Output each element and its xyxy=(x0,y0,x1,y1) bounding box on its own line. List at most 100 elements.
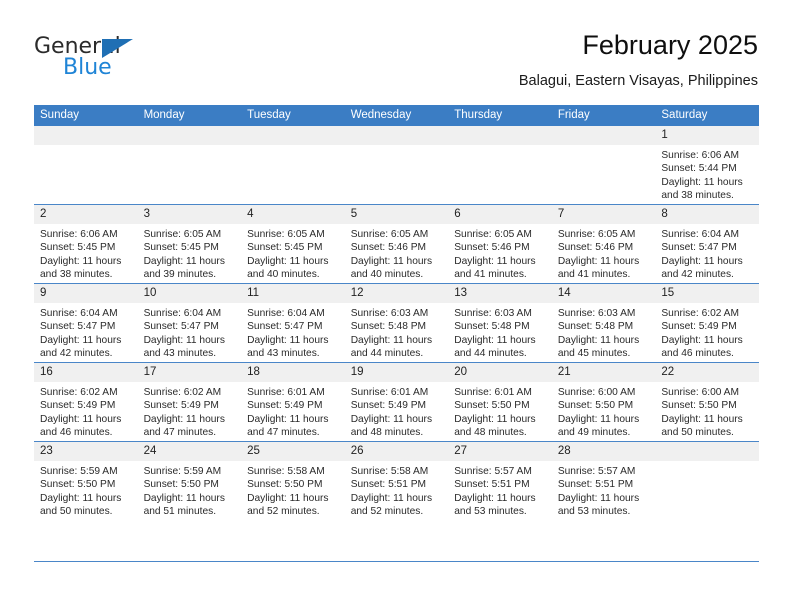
calendar-day-cell-empty xyxy=(655,441,759,520)
calendar-day-cell[interactable]: 22 Sunrise: 6:00 AM Sunset: 5:50 PM Dayligh… xyxy=(655,362,759,442)
calendar-day-cell-empty xyxy=(34,126,138,205)
calendar-day-cell[interactable]: 8 Sunrise: 6:04 AM Sunset: 5:47 PM Daylight… xyxy=(655,204,759,284)
day-sunset-text: Sunset: 5:49 PM xyxy=(661,321,737,333)
day-daylight-text: and 44 minutes. xyxy=(454,347,527,359)
day-sunset-text: Sunset: 5:51 PM xyxy=(350,479,427,491)
day-daylight-text: Daylight: 11 hours xyxy=(557,334,640,346)
day-daylight-text: and 40 minutes. xyxy=(247,268,320,280)
calendar-day-cell[interactable]: 12 Sunrise: 6:03 AM Sunset: 5:48 PM Dayligh… xyxy=(344,283,449,363)
day-sunset-text: Sunset: 5:49 PM xyxy=(143,400,219,412)
calendar-day-cell[interactable]: 4 Sunrise: 6:05 AM Sunset: 5:45 PM Daylight… xyxy=(241,204,345,284)
day-daylight-text: and 48 minutes. xyxy=(350,426,424,438)
day-number: 12 xyxy=(344,284,449,303)
day-sunset-text: Sunset: 5:47 PM xyxy=(40,321,116,333)
calendar-day-cell[interactable]: 25 Sunrise: 5:58 AM Sunset: 5:50 PM Dayligh… xyxy=(241,441,345,520)
calendar-day-cell[interactable]: 15 Sunrise: 6:02 AM Sunset: 5:49 PM Dayligh… xyxy=(655,283,759,363)
day-number: 10 xyxy=(137,284,242,303)
calendar-day-cell[interactable]: 3 Sunrise: 6:05 AM Sunset: 5:45 PM Daylight… xyxy=(137,204,242,284)
weekday-header-row: Sunday Monday Tuesday Wednesday Thursday… xyxy=(34,105,759,126)
day-number: 20 xyxy=(448,363,552,382)
day-details: Sunrise: 6:02 AM Sunset: 5:49 PM Daylight:… xyxy=(138,382,242,439)
day-number: 1 xyxy=(655,126,759,145)
weekday-header-thursday: Thursday xyxy=(448,105,552,126)
calendar-day-cell[interactable]: 13 Sunrise: 6:03 AM Sunset: 5:48 PM Dayligh… xyxy=(448,283,552,363)
calendar-day-cell[interactable]: 19 Sunrise: 6:01 AM Sunset: 5:49 PM Dayligh… xyxy=(344,362,449,442)
day-daylight-text: and 50 minutes. xyxy=(40,505,113,517)
calendar-week-row: 2 Sunrise: 6:06 AM Sunset: 5:45 PM Daylight… xyxy=(34,204,759,284)
day-details: Sunrise: 6:04 AM Sunset: 5:47 PM Daylight:… xyxy=(241,303,345,360)
day-daylight-text: Daylight: 11 hours xyxy=(661,176,743,188)
calendar-day-cell[interactable]: 6 Sunrise: 6:05 AM Sunset: 5:46 PM Daylight… xyxy=(448,204,552,284)
calendar-day-cell[interactable]: 21 Sunrise: 6:00 AM Sunset: 5:50 PM Dayligh… xyxy=(551,362,656,442)
day-daylight-text: and 49 minutes. xyxy=(557,426,631,438)
day-daylight-text: and 45 minutes. xyxy=(557,347,631,359)
calendar-day-cell[interactable]: 28 Sunrise: 5:57 AM Sunset: 5:51 PM Dayligh… xyxy=(551,441,656,520)
day-sunrise-text: Sunrise: 6:06 AM xyxy=(661,150,739,161)
day-sunrise-text: Sunrise: 6:05 AM xyxy=(247,229,325,240)
calendar-day-cell[interactable]: 20 Sunrise: 6:01 AM Sunset: 5:50 PM Dayligh… xyxy=(448,362,552,442)
day-sunrise-text: Sunrise: 6:05 AM xyxy=(454,229,532,240)
day-daylight-text: Daylight: 11 hours xyxy=(661,413,743,425)
day-sunset-text: Sunset: 5:46 PM xyxy=(454,242,530,254)
weekday-header-sunday: Sunday xyxy=(34,105,138,126)
calendar-grid: Sunday Monday Tuesday Wednesday Thursday… xyxy=(34,105,759,520)
day-daylight-text: Daylight: 11 hours xyxy=(40,255,122,267)
day-details: Sunrise: 5:59 AM Sunset: 5:50 PM Daylight:… xyxy=(138,461,242,518)
calendar-day-cell[interactable]: 23 Sunrise: 5:59 AM Sunset: 5:50 PM Dayligh… xyxy=(34,441,138,520)
day-number: 4 xyxy=(241,205,345,224)
day-sunset-text: Sunset: 5:50 PM xyxy=(40,479,116,491)
day-details: Sunrise: 6:00 AM Sunset: 5:50 PM Daylight:… xyxy=(655,382,759,439)
day-daylight-text: and 46 minutes. xyxy=(40,426,113,438)
calendar-day-cell[interactable]: 2 Sunrise: 6:06 AM Sunset: 5:45 PM Daylight… xyxy=(34,204,138,284)
calendar-day-cell[interactable]: 26 Sunrise: 5:58 AM Sunset: 5:51 PM Dayligh… xyxy=(344,441,449,520)
day-sunrise-text: Sunrise: 5:58 AM xyxy=(247,466,325,477)
day-daylight-text: and 42 minutes. xyxy=(661,268,734,280)
day-daylight-text: and 40 minutes. xyxy=(350,268,424,280)
day-details: Sunrise: 6:02 AM Sunset: 5:49 PM Daylight:… xyxy=(655,303,759,360)
day-daylight-text: and 46 minutes. xyxy=(661,347,734,359)
day-number: 5 xyxy=(344,205,449,224)
day-number: 23 xyxy=(34,442,138,461)
title-block: February 2025 Balagui, Eastern Visayas, … xyxy=(519,28,758,92)
page-title: February 2025 xyxy=(582,30,758,60)
day-details: Sunrise: 6:03 AM Sunset: 5:48 PM Daylight:… xyxy=(552,303,656,360)
calendar-day-cell[interactable]: 18 Sunrise: 6:01 AM Sunset: 5:49 PM Dayligh… xyxy=(241,362,345,442)
day-daylight-text: Daylight: 11 hours xyxy=(350,492,433,504)
day-details: Sunrise: 6:06 AM Sunset: 5:44 PM Daylight:… xyxy=(655,145,759,202)
general-blue-logo[interactable]: General Blue xyxy=(34,34,234,88)
day-sunset-text: Sunset: 5:48 PM xyxy=(454,321,530,333)
day-daylight-text: Daylight: 11 hours xyxy=(247,413,329,425)
calendar-day-cell[interactable]: 16 Sunrise: 6:02 AM Sunset: 5:49 PM Dayligh… xyxy=(34,362,138,442)
calendar-body: 1 Sunrise: 6:06 AM Sunset: 5:44 PM Daylight… xyxy=(34,126,759,520)
day-number: 24 xyxy=(137,442,242,461)
day-number: 18 xyxy=(241,363,345,382)
calendar-day-cell[interactable]: 1 Sunrise: 6:06 AM Sunset: 5:44 PM Daylight… xyxy=(655,126,759,205)
calendar-day-cell-empty xyxy=(551,126,656,205)
calendar-week-row: 9 Sunrise: 6:04 AM Sunset: 5:47 PM Daylight… xyxy=(34,283,759,363)
day-number xyxy=(241,126,345,145)
calendar-day-cell[interactable]: 9 Sunrise: 6:04 AM Sunset: 5:47 PM Daylight… xyxy=(34,283,138,363)
calendar-day-cell[interactable]: 17 Sunrise: 6:02 AM Sunset: 5:49 PM Dayligh… xyxy=(137,362,242,442)
calendar-day-cell[interactable]: 14 Sunrise: 6:03 AM Sunset: 5:48 PM Dayligh… xyxy=(551,283,656,363)
calendar-day-cell[interactable]: 11 Sunrise: 6:04 AM Sunset: 5:47 PM Dayligh… xyxy=(241,283,345,363)
day-number: 8 xyxy=(655,205,759,224)
day-sunrise-text: Sunrise: 6:02 AM xyxy=(143,387,222,398)
weekday-header-monday: Monday xyxy=(137,105,242,126)
day-details: Sunrise: 6:05 AM Sunset: 5:45 PM Daylight:… xyxy=(241,224,345,281)
calendar-day-cell[interactable]: 5 Sunrise: 6:05 AM Sunset: 5:46 PM Daylight… xyxy=(344,204,449,284)
day-sunrise-text: Sunrise: 6:03 AM xyxy=(454,308,532,319)
day-number: 15 xyxy=(655,284,759,303)
day-daylight-text: Daylight: 11 hours xyxy=(557,492,640,504)
day-daylight-text: Daylight: 11 hours xyxy=(247,255,329,267)
day-number: 21 xyxy=(551,363,656,382)
calendar-day-cell[interactable]: 24 Sunrise: 5:59 AM Sunset: 5:50 PM Dayligh… xyxy=(137,441,242,520)
calendar-day-cell[interactable]: 10 Sunrise: 6:04 AM Sunset: 5:47 PM Dayligh… xyxy=(137,283,242,363)
weekday-header-wednesday: Wednesday xyxy=(344,105,449,126)
day-details: Sunrise: 6:05 AM Sunset: 5:46 PM Daylight:… xyxy=(448,224,552,281)
day-daylight-text: and 50 minutes. xyxy=(661,426,734,438)
day-sunrise-text: Sunrise: 6:03 AM xyxy=(557,308,636,319)
calendar-day-cell[interactable]: 7 Sunrise: 6:05 AM Sunset: 5:46 PM Daylight… xyxy=(551,204,656,284)
calendar-day-cell[interactable]: 27 Sunrise: 5:57 AM Sunset: 5:51 PM Dayligh… xyxy=(448,441,552,520)
day-sunrise-text: Sunrise: 6:04 AM xyxy=(661,229,739,240)
day-daylight-text: and 41 minutes. xyxy=(454,268,527,280)
